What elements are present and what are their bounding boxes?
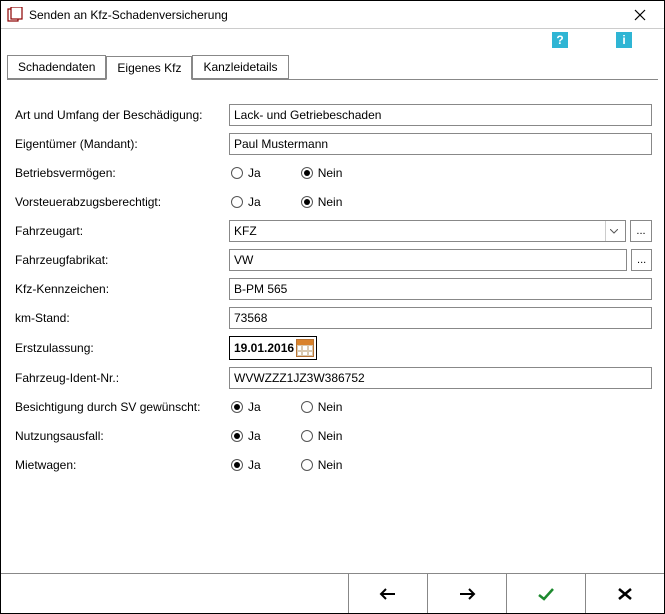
date-firstreg[interactable]: 19.01.2016 [229,336,317,360]
label-asset: Betriebsvermögen: [15,166,229,180]
radio-asset-no[interactable]: Nein [301,166,343,180]
label-pretax: Vorsteuerabzugsberechtigt: [15,195,229,209]
radio-group-rental: Ja Nein [229,458,342,472]
radio-asset-yes[interactable]: Ja [231,166,261,180]
radio-lossuse-no[interactable]: Nein [301,429,343,443]
radio-inspect-yes[interactable]: Ja [231,400,261,414]
tab-bar: Schadendaten Eigenes Kfz Kanzleidetails [1,51,664,79]
next-button[interactable] [427,574,506,613]
input-owner[interactable] [229,133,652,155]
radio-group-lossuse: Ja Nein [229,429,342,443]
help-bar: ? i [1,29,664,51]
label-vin: Fahrzeug-Ident-Nr.: [15,371,229,385]
tab-eigenes-kfz[interactable]: Eigenes Kfz [106,56,192,80]
label-firstreg: Erstzulassung: [15,341,229,355]
radio-group-pretax: Ja Nein [229,195,342,209]
cancel-button[interactable] [585,574,664,613]
tab-kanzleidetails[interactable]: Kanzleidetails [192,55,288,79]
label-plate: Kfz-Kennzeichen: [15,282,229,296]
info-icon[interactable]: i [616,32,632,48]
radio-pretax-yes[interactable]: Ja [231,195,261,209]
input-damage[interactable] [229,104,652,126]
date-firstreg-value: 19.01.2016 [234,341,294,355]
close-button[interactable] [620,1,660,28]
label-vtype: Fahrzeugart: [15,224,229,238]
title-bar: Senden an Kfz-Schadenversicherung [1,1,664,29]
browse-make-button[interactable]: ... [631,249,652,271]
label-inspect: Besichtigung durch SV gewünscht: [15,400,229,414]
calendar-icon[interactable] [296,339,314,357]
select-vtype[interactable]: KFZ [229,220,626,242]
chevron-down-icon [605,221,621,241]
label-damage: Art und Umfang der Beschädigung: [15,108,229,122]
radio-group-inspect: Ja Nein [229,400,342,414]
select-vtype-value: KFZ [234,224,257,238]
footer-bar [1,573,664,613]
radio-group-asset: Ja Nein [229,166,342,180]
confirm-button[interactable] [506,574,585,613]
browse-vtype-button[interactable]: ... [630,220,652,242]
input-make[interactable] [229,249,627,271]
window-title: Senden an Kfz-Schadenversicherung [29,8,620,22]
app-icon [7,7,23,23]
label-rental: Mietwagen: [15,458,229,472]
label-km: km-Stand: [15,311,229,325]
radio-pretax-no[interactable]: Nein [301,195,343,209]
radio-rental-yes[interactable]: Ja [231,458,261,472]
radio-rental-no[interactable]: Nein [301,458,343,472]
help-icon[interactable]: ? [552,32,568,48]
label-make: Fahrzeugfabrikat: [15,253,229,267]
label-lossuse: Nutzungsausfall: [15,429,229,443]
radio-inspect-no[interactable]: Nein [301,400,343,414]
tab-schadendaten[interactable]: Schadendaten [7,55,106,79]
input-km[interactable] [229,307,652,329]
radio-lossuse-yes[interactable]: Ja [231,429,261,443]
input-plate[interactable] [229,278,652,300]
label-owner: Eigentümer (Mandant): [15,137,229,151]
input-vin[interactable] [229,367,652,389]
back-button[interactable] [348,574,427,613]
form-area: Art und Umfang der Beschädigung: Eigentü… [1,80,664,495]
